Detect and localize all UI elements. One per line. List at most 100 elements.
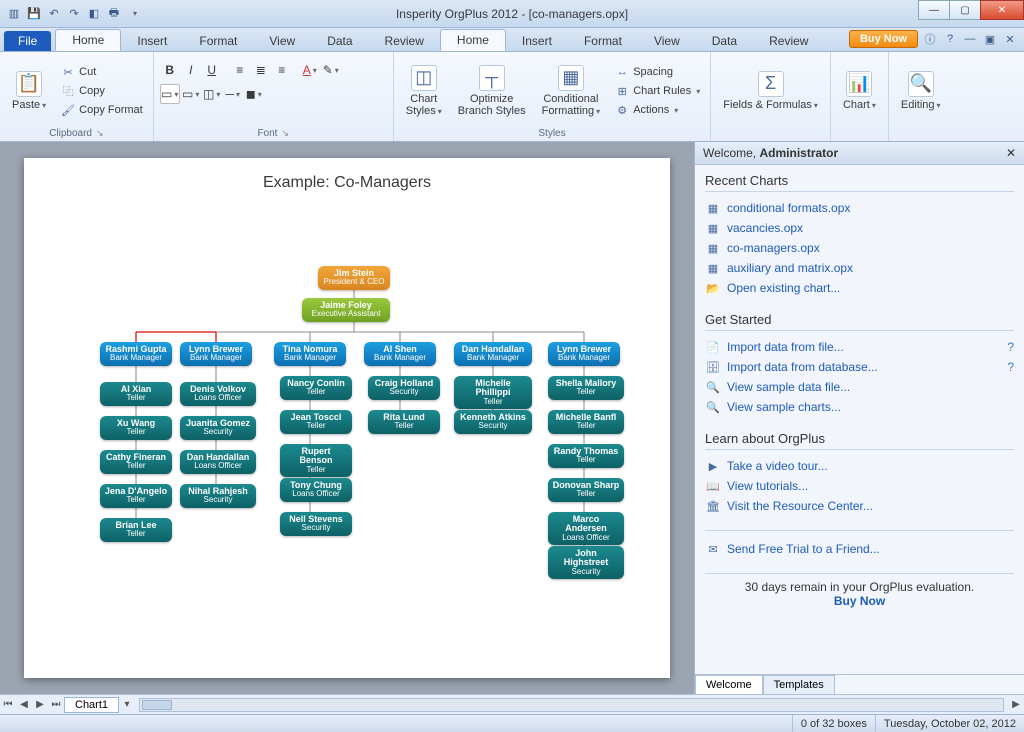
file-tab[interactable]: File bbox=[4, 31, 51, 51]
shape-outline-button[interactable]: ▭ bbox=[181, 84, 201, 104]
recent-chart-link[interactable]: ▦co-managers.opx bbox=[705, 238, 1014, 258]
optimize-branch-button[interactable]: ┬OptimizeBranch Styles bbox=[452, 63, 532, 119]
org-node[interactable]: Tina NomuraBank Manager bbox=[274, 342, 346, 366]
panel-close-icon[interactable]: ✕ bbox=[1006, 146, 1016, 160]
eval-buy-now-link[interactable]: Buy Now bbox=[834, 594, 885, 608]
sheet-last-button[interactable]: ⏭ bbox=[48, 699, 64, 710]
print-icon[interactable]: 🖶 bbox=[106, 6, 122, 22]
org-node[interactable]: John HighstreetSecurity bbox=[548, 546, 624, 579]
chart-styles-button[interactable]: ◫ChartStyles bbox=[400, 63, 448, 119]
shape-style-button[interactable]: ◫ bbox=[202, 84, 222, 104]
close-button[interactable]: ✕ bbox=[980, 0, 1024, 20]
tab-insert[interactable]: Insert bbox=[506, 31, 568, 51]
org-node[interactable]: Nell StevensSecurity bbox=[280, 512, 352, 536]
sheet-first-button[interactable]: ⏮ bbox=[0, 699, 16, 710]
help-icon[interactable]: ? bbox=[1007, 340, 1014, 354]
underline-button[interactable]: U bbox=[202, 60, 222, 80]
org-node[interactable]: Dan HandallanLoans Officer bbox=[180, 450, 256, 474]
org-node[interactable]: Al XianTeller bbox=[100, 382, 172, 406]
sheet-menu-button[interactable]: ▾ bbox=[119, 699, 135, 710]
org-node[interactable]: Xu WangTeller bbox=[100, 416, 172, 440]
org-node[interactable]: Kenneth AtkinsSecurity bbox=[454, 410, 532, 434]
org-node[interactable]: Marco AndersenLoans Officer bbox=[548, 512, 624, 545]
org-node[interactable]: Jaime FoleyExecutive Assistant bbox=[302, 298, 390, 322]
get-started-link[interactable]: 📄Import data from file...? bbox=[705, 337, 1014, 357]
org-node[interactable]: Lynn BrewerBank Manager bbox=[180, 342, 252, 366]
qat-more-icon[interactable] bbox=[126, 6, 142, 22]
help-icon[interactable]: ? bbox=[1007, 360, 1014, 374]
org-node[interactable]: Al ShenBank Manager bbox=[364, 342, 436, 366]
org-node[interactable]: Nancy ConlinTeller bbox=[280, 376, 352, 400]
chart-rules-button[interactable]: ⊞Chart Rules bbox=[610, 82, 704, 100]
clipboard-launcher[interactable]: ↘ bbox=[96, 128, 104, 139]
tab-view[interactable]: View bbox=[253, 31, 311, 51]
tab-review[interactable]: Review bbox=[369, 31, 440, 51]
sheet-next-button[interactable]: ▶ bbox=[32, 699, 48, 710]
help-icon[interactable]: ? bbox=[942, 31, 958, 47]
sheet-prev-button[interactable]: ◀ bbox=[16, 699, 32, 710]
org-node[interactable]: Juanita GomezSecurity bbox=[180, 416, 256, 440]
org-node[interactable]: Michelle BanflTeller bbox=[548, 410, 624, 434]
shadow-button[interactable]: ◼ bbox=[244, 84, 264, 104]
org-node[interactable]: Randy ThomasTeller bbox=[548, 444, 624, 468]
mdi-restore-icon[interactable]: ▣ bbox=[982, 31, 998, 47]
font-launcher[interactable]: ↘ bbox=[281, 128, 289, 139]
align-center-button[interactable]: ≣ bbox=[251, 60, 271, 80]
tab-insert[interactable]: Insert bbox=[121, 31, 183, 51]
org-node[interactable]: Denis VolkovLoans Officer bbox=[180, 382, 256, 406]
chart-button[interactable]: 📊Chart bbox=[837, 69, 882, 113]
get-started-link[interactable]: 🗄Import data from database...? bbox=[705, 357, 1014, 377]
ribbon-minimize-icon[interactable]: — bbox=[962, 31, 978, 47]
align-left-button[interactable]: ≡ bbox=[230, 60, 250, 80]
line-style-button[interactable]: ─ bbox=[223, 84, 243, 104]
buy-now-button[interactable]: Buy Now bbox=[849, 30, 918, 48]
bold-button[interactable]: B bbox=[160, 60, 180, 80]
tab-review[interactable]: Review bbox=[753, 31, 824, 51]
tab-home[interactable]: Home bbox=[440, 29, 506, 51]
navigate-icon[interactable]: ◧ bbox=[86, 6, 102, 22]
sp-tab-welcome[interactable]: Welcome bbox=[695, 675, 763, 694]
chart-page[interactable]: Example: Co-Managers Jim SteinPresident … bbox=[24, 158, 670, 678]
get-started-link[interactable]: 🔍View sample data file... bbox=[705, 377, 1014, 397]
org-node[interactable]: Rashmi GuptaBank Manager bbox=[100, 342, 172, 366]
tab-data[interactable]: Data bbox=[311, 31, 368, 51]
tab-format[interactable]: Format bbox=[183, 31, 253, 51]
undo-icon[interactable]: ↶ bbox=[46, 6, 62, 22]
learn-link[interactable]: 📖View tutorials... bbox=[705, 476, 1014, 496]
org-node[interactable]: Tony ChungLoans Officer bbox=[280, 478, 352, 502]
redo-icon[interactable]: ↷ bbox=[66, 6, 82, 22]
font-color-button[interactable]: A bbox=[300, 60, 320, 80]
org-node[interactable]: Craig HollandSecurity bbox=[368, 376, 440, 400]
learn-link[interactable]: 🏛Visit the Resource Center... bbox=[705, 496, 1014, 516]
recent-chart-link[interactable]: ▦vacancies.opx bbox=[705, 218, 1014, 238]
org-node[interactable]: Jim SteinPresident & CEO bbox=[318, 266, 390, 290]
cut-button[interactable]: ✂Cut bbox=[56, 63, 147, 81]
shape-fill-button[interactable]: ▭ bbox=[160, 84, 180, 104]
org-node[interactable]: Shella MalloryTeller bbox=[548, 376, 624, 400]
open-existing-link[interactable]: 📂Open existing chart... bbox=[705, 278, 1014, 298]
spacing-button[interactable]: ↔Spacing bbox=[610, 63, 704, 81]
learn-link[interactable]: ▶Take a video tour... bbox=[705, 456, 1014, 476]
recent-chart-link[interactable]: ▦conditional formats.opx bbox=[705, 198, 1014, 218]
copy-format-button[interactable]: 🖌Copy Format bbox=[56, 101, 147, 119]
sheet-tab-chart1[interactable]: Chart1 bbox=[64, 697, 119, 713]
align-right-button[interactable]: ≡ bbox=[272, 60, 292, 80]
mdi-close-icon[interactable]: ✕ bbox=[1002, 31, 1018, 47]
sp-tab-templates[interactable]: Templates bbox=[763, 675, 835, 694]
highlight-button[interactable]: ✎ bbox=[321, 60, 341, 80]
recent-chart-link[interactable]: ▦auxiliary and matrix.opx bbox=[705, 258, 1014, 278]
org-node[interactable]: Rupert BensonTeller bbox=[280, 444, 352, 477]
org-node[interactable]: Lynn BrewerBank Manager bbox=[548, 342, 620, 366]
org-node[interactable]: Rita LundTeller bbox=[368, 410, 440, 434]
org-node[interactable]: Brian LeeTeller bbox=[100, 518, 172, 542]
horizontal-scrollbar[interactable] bbox=[139, 698, 1004, 712]
menu-icon[interactable]: ▥ bbox=[6, 6, 22, 22]
actions-button[interactable]: ⚙Actions bbox=[610, 101, 704, 119]
editing-button[interactable]: 🔍Editing bbox=[895, 69, 947, 113]
org-node[interactable]: Jena D'AngeloTeller bbox=[100, 484, 172, 508]
scroll-right-button[interactable]: ▶ bbox=[1008, 699, 1024, 710]
org-node[interactable]: Michelle PhillippiTeller bbox=[454, 376, 532, 409]
send-trial-link[interactable]: ✉Send Free Trial to a Friend... bbox=[705, 539, 1014, 559]
maximize-button[interactable]: ▢ bbox=[949, 0, 981, 20]
save-icon[interactable]: 💾 bbox=[26, 6, 42, 22]
